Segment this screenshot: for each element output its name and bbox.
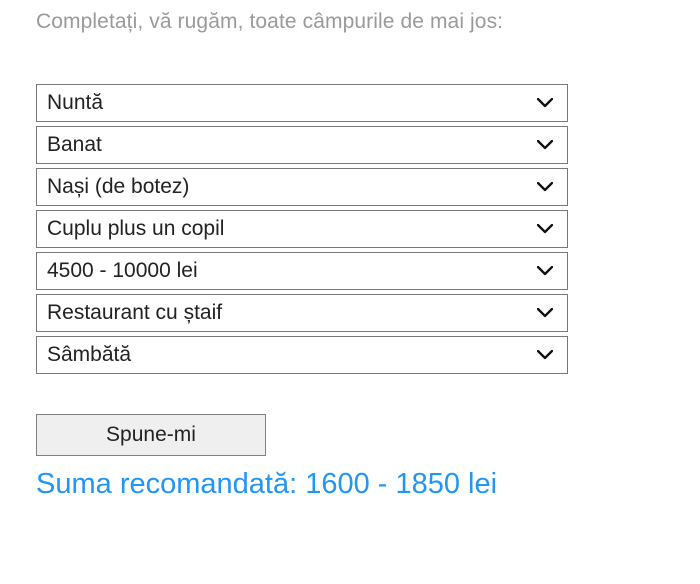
select-label: Cuplu plus un copil [47,217,537,241]
submit-button[interactable]: Spune-mi [36,414,266,456]
select-region[interactable]: Banat [36,126,568,164]
select-label: Nuntă [47,91,537,115]
chevron-down-icon [537,95,553,111]
select-relationship[interactable]: Nași (de botez) [36,168,568,206]
select-day[interactable]: Sâmbătă [36,336,568,374]
form-container: Completați, vă rugăm, toate câmpurile de… [0,0,700,501]
select-event-type[interactable]: Nuntă [36,84,568,122]
select-label: Sâmbătă [47,343,537,367]
intro-text: Completați, vă rugăm, toate câmpurile de… [36,10,664,34]
chevron-down-icon [537,347,553,363]
chevron-down-icon [537,179,553,195]
select-label: Restaurant cu ștaif [47,301,537,325]
select-label: 4500 - 10000 lei [47,259,537,283]
result-text: Suma recomandată: 1600 - 1850 lei [36,468,664,501]
select-label: Nași (de botez) [47,175,537,199]
select-venue-type[interactable]: Restaurant cu ștaif [36,294,568,332]
chevron-down-icon [537,263,553,279]
submit-button-label: Spune-mi [106,423,196,447]
select-label: Banat [47,133,537,157]
select-income[interactable]: 4500 - 10000 lei [36,252,568,290]
chevron-down-icon [537,305,553,321]
chevron-down-icon [537,137,553,153]
chevron-down-icon [537,221,553,237]
select-party-size[interactable]: Cuplu plus un copil [36,210,568,248]
